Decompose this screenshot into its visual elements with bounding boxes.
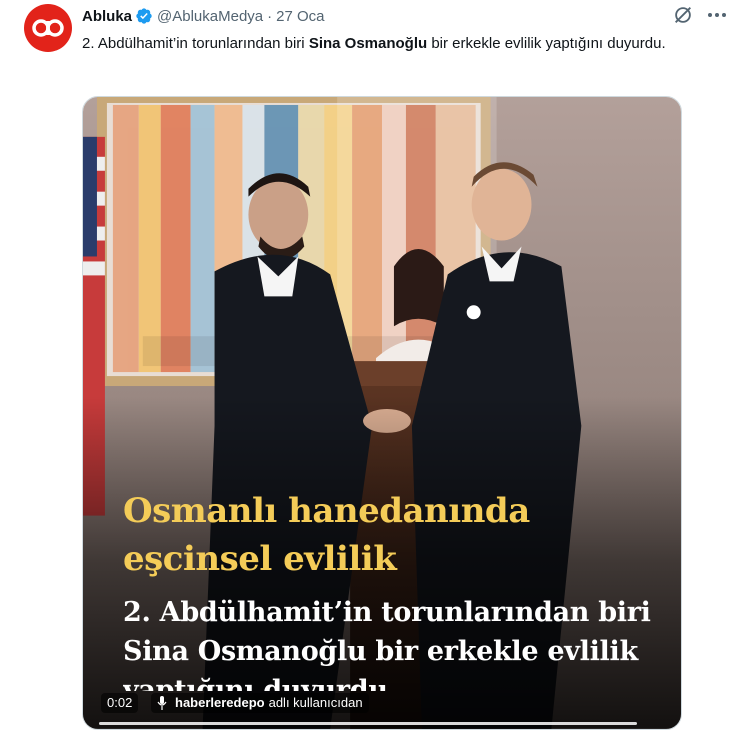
more-icon-dot: [722, 13, 726, 17]
video-subtitle-line1: 2. Abdülhamit’in torunlarından biri: [123, 597, 651, 628]
grok-icon: [675, 7, 691, 23]
author-handle[interactable]: @AblukaMedya: [157, 8, 263, 25]
header-separator: ·: [267, 7, 273, 25]
video-player[interactable]: Osmanlı hanedanında eşcinsel evlilik 2. …: [82, 96, 682, 730]
tweet-text-part2: bir erkekle evlilik yaptığını duyurdu.: [427, 35, 666, 52]
video-subtitle-overlay: 2. Abdülhamit’in torunlarından biri Sina…: [123, 593, 651, 691]
tweet-text-part1: 2. Abdülhamit’in torunlarından biri: [82, 35, 309, 52]
author-display-name[interactable]: Abluka: [82, 8, 132, 25]
author-avatar[interactable]: [24, 4, 72, 52]
attribution-suffix: adlı kullanıcıdan: [268, 695, 363, 710]
video-progress-bar[interactable]: [99, 722, 637, 725]
tweet-text: 2. Abdülhamit’in torunlarından biri Sina…: [82, 32, 692, 56]
more-icon-dot: [715, 13, 719, 17]
video-title-line2: eşcinsel evlilik: [123, 539, 397, 579]
video-title-line1: Osmanlı hanedanında: [123, 491, 530, 531]
abluka-logo-icon: [32, 19, 64, 37]
tweet-date[interactable]: 27 Oca: [276, 8, 324, 25]
verified-badge-icon: [136, 8, 152, 24]
microphone-icon: [157, 696, 167, 710]
tweet-header: Abluka @AblukaMedya · 27 Oca: [82, 6, 325, 26]
video-attribution[interactable]: haberleredepo adlı kullanıcıdan: [151, 693, 369, 713]
tweet-text-bold: Sina Osmanoğlu: [308, 35, 428, 52]
video-subtitle-line2: Sina Osmanoğlu bir erkekle evlilik: [123, 636, 638, 667]
more-options-button[interactable]: [706, 4, 728, 26]
attribution-username[interactable]: haberleredepo: [175, 693, 265, 713]
video-title-overlay: Osmanlı hanedanında eşcinsel evlilik: [123, 487, 530, 583]
video-timestamp: 0:02: [101, 693, 139, 713]
grok-button[interactable]: [672, 4, 694, 26]
video-subtitle-line3: yaptığını duyurdu: [123, 675, 388, 691]
more-icon: [708, 13, 712, 17]
